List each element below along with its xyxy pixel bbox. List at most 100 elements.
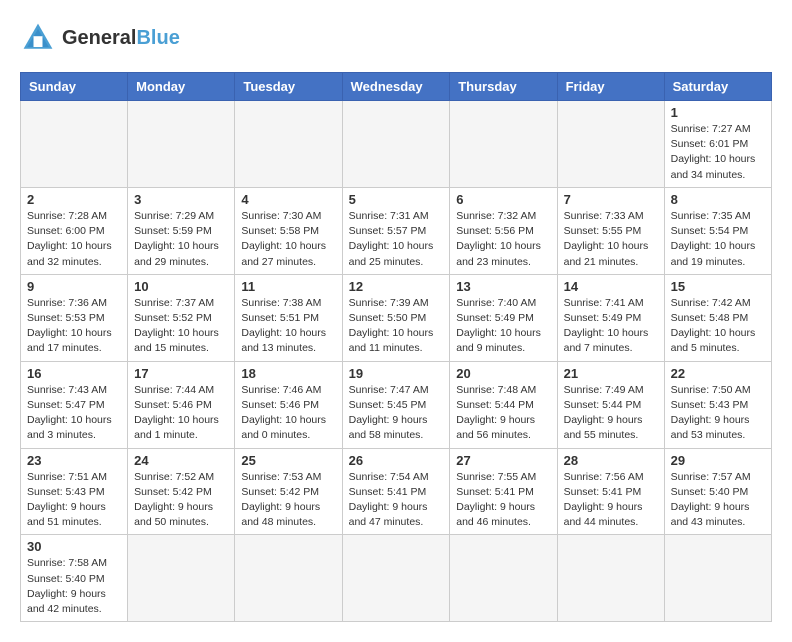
calendar-cell [235,101,342,188]
day-info: Sunrise: 7:54 AM Sunset: 5:41 PM Dayligh… [349,470,444,531]
calendar-cell [557,101,664,188]
day-number: 29 [671,453,765,468]
day-number: 18 [241,366,335,381]
day-info: Sunrise: 7:31 AM Sunset: 5:57 PM Dayligh… [349,209,444,270]
day-info: Sunrise: 7:50 AM Sunset: 5:43 PM Dayligh… [671,383,765,444]
day-number: 16 [27,366,121,381]
day-number: 8 [671,192,765,207]
calendar-cell: 30 Sunrise: 7:58 AM Sunset: 5:40 PM Dayli… [21,535,128,622]
calendar-cell: 1 Sunrise: 7:27 AM Sunset: 6:01 PM Daylig… [664,101,771,188]
day-number: 20 [456,366,550,381]
day-number: 21 [564,366,658,381]
calendar-cell: 2 Sunrise: 7:28 AM Sunset: 6:00 PM Daylig… [21,187,128,274]
weekday-header: Friday [557,73,664,101]
calendar-cell: 15Sunrise: 7:42 AM Sunset: 5:48 PM Dayli… [664,274,771,361]
calendar-cell: 12 Sunrise: 7:39 AM Sunset: 5:50 PM Dayli… [342,274,450,361]
calendar-week-row: 9Sunrise: 7:36 AM Sunset: 5:53 PM Daylig… [21,274,772,361]
logo-icon [20,20,56,56]
day-info: Sunrise: 7:33 AM Sunset: 5:55 PM Dayligh… [564,209,658,270]
day-info: Sunrise: 7:28 AM Sunset: 6:00 PM Dayligh… [27,209,121,270]
day-number: 22 [671,366,765,381]
calendar-cell [128,535,235,622]
calendar-cell: 19 Sunrise: 7:47 AM Sunset: 5:45 PM Dayli… [342,361,450,448]
day-number: 2 [27,192,121,207]
calendar-cell [664,535,771,622]
calendar-cell: 11 Sunrise: 7:38 AM Sunset: 5:51 PM Dayli… [235,274,342,361]
day-info: Sunrise: 7:37 AM Sunset: 5:52 PM Dayligh… [134,296,228,357]
day-info: Sunrise: 7:46 AM Sunset: 5:46 PM Dayligh… [241,383,335,444]
day-info: Sunrise: 7:56 AM Sunset: 5:41 PM Dayligh… [564,470,658,531]
day-number: 1 [671,105,765,120]
calendar-cell: 27 Sunrise: 7:55 AM Sunset: 5:41 PM Dayli… [450,448,557,535]
weekday-header: Thursday [450,73,557,101]
calendar-cell: 9Sunrise: 7:36 AM Sunset: 5:53 PM Daylig… [21,274,128,361]
calendar-cell [342,535,450,622]
day-number: 30 [27,539,121,554]
day-info: Sunrise: 7:30 AM Sunset: 5:58 PM Dayligh… [241,209,335,270]
calendar-cell: 14 Sunrise: 7:41 AM Sunset: 5:49 PM Dayli… [557,274,664,361]
header: GeneralBlue [20,20,772,56]
day-number: 12 [349,279,444,294]
day-number: 7 [564,192,658,207]
day-number: 10 [134,279,228,294]
day-number: 14 [564,279,658,294]
day-info: Sunrise: 7:48 AM Sunset: 5:44 PM Dayligh… [456,383,550,444]
day-info: Sunrise: 7:47 AM Sunset: 5:45 PM Dayligh… [349,383,444,444]
day-info: Sunrise: 7:27 AM Sunset: 6:01 PM Dayligh… [671,122,765,183]
calendar-cell: 3Sunrise: 7:29 AM Sunset: 5:59 PM Daylig… [128,187,235,274]
calendar-week-row: 16 Sunrise: 7:43 AM Sunset: 5:47 PM Dayli… [21,361,772,448]
weekday-header: Sunday [21,73,128,101]
weekday-header: Monday [128,73,235,101]
day-number: 17 [134,366,228,381]
day-info: Sunrise: 7:57 AM Sunset: 5:40 PM Dayligh… [671,470,765,531]
day-info: Sunrise: 7:53 AM Sunset: 5:42 PM Dayligh… [241,470,335,531]
day-number: 11 [241,279,335,294]
weekday-header-row: SundayMondayTuesdayWednesdayThursdayFrid… [21,73,772,101]
logo: GeneralBlue [20,20,180,56]
calendar-cell: 20 Sunrise: 7:48 AM Sunset: 5:44 PM Dayli… [450,361,557,448]
day-number: 26 [349,453,444,468]
calendar-cell [557,535,664,622]
calendar-cell: 18 Sunrise: 7:46 AM Sunset: 5:46 PM Dayli… [235,361,342,448]
calendar-week-row: 2 Sunrise: 7:28 AM Sunset: 6:00 PM Daylig… [21,187,772,274]
calendar-cell: 21 Sunrise: 7:49 AM Sunset: 5:44 PM Dayli… [557,361,664,448]
calendar-cell [342,101,450,188]
day-info: Sunrise: 7:40 AM Sunset: 5:49 PM Dayligh… [456,296,550,357]
calendar-cell: 24Sunrise: 7:52 AM Sunset: 5:42 PM Dayli… [128,448,235,535]
day-info: Sunrise: 7:55 AM Sunset: 5:41 PM Dayligh… [456,470,550,531]
day-number: 23 [27,453,121,468]
day-info: Sunrise: 7:49 AM Sunset: 5:44 PM Dayligh… [564,383,658,444]
day-info: Sunrise: 7:38 AM Sunset: 5:51 PM Dayligh… [241,296,335,357]
day-info: Sunrise: 7:43 AM Sunset: 5:47 PM Dayligh… [27,383,121,444]
calendar-cell: 16 Sunrise: 7:43 AM Sunset: 5:47 PM Dayli… [21,361,128,448]
weekday-header: Tuesday [235,73,342,101]
calendar-week-row: 30 Sunrise: 7:58 AM Sunset: 5:40 PM Dayli… [21,535,772,622]
day-number: 13 [456,279,550,294]
calendar-cell: 22 Sunrise: 7:50 AM Sunset: 5:43 PM Dayli… [664,361,771,448]
day-number: 27 [456,453,550,468]
calendar-cell: 23 Sunrise: 7:51 AM Sunset: 5:43 PM Dayli… [21,448,128,535]
day-info: Sunrise: 7:29 AM Sunset: 5:59 PM Dayligh… [134,209,228,270]
calendar-cell: 4 Sunrise: 7:30 AM Sunset: 5:58 PM Daylig… [235,187,342,274]
calendar-cell: 28Sunrise: 7:56 AM Sunset: 5:41 PM Dayli… [557,448,664,535]
day-info: Sunrise: 7:41 AM Sunset: 5:49 PM Dayligh… [564,296,658,357]
calendar-cell: 5 Sunrise: 7:31 AM Sunset: 5:57 PM Daylig… [342,187,450,274]
calendar-cell [450,101,557,188]
day-info: Sunrise: 7:36 AM Sunset: 5:53 PM Dayligh… [27,296,121,357]
calendar-cell: 25 Sunrise: 7:53 AM Sunset: 5:42 PM Dayli… [235,448,342,535]
day-number: 19 [349,366,444,381]
page: GeneralBlue SundayMondayTuesdayWednesday… [0,0,792,642]
day-number: 25 [241,453,335,468]
day-number: 24 [134,453,228,468]
calendar-cell: 8Sunrise: 7:35 AM Sunset: 5:54 PM Daylig… [664,187,771,274]
day-number: 4 [241,192,335,207]
day-number: 5 [349,192,444,207]
day-info: Sunrise: 7:58 AM Sunset: 5:40 PM Dayligh… [27,556,121,617]
calendar-cell: 29 Sunrise: 7:57 AM Sunset: 5:40 PM Dayli… [664,448,771,535]
day-info: Sunrise: 7:39 AM Sunset: 5:50 PM Dayligh… [349,296,444,357]
calendar-cell [128,101,235,188]
calendar-cell [21,101,128,188]
calendar-cell: 17Sunrise: 7:44 AM Sunset: 5:46 PM Dayli… [128,361,235,448]
day-info: Sunrise: 7:51 AM Sunset: 5:43 PM Dayligh… [27,470,121,531]
calendar-week-row: 23 Sunrise: 7:51 AM Sunset: 5:43 PM Dayli… [21,448,772,535]
